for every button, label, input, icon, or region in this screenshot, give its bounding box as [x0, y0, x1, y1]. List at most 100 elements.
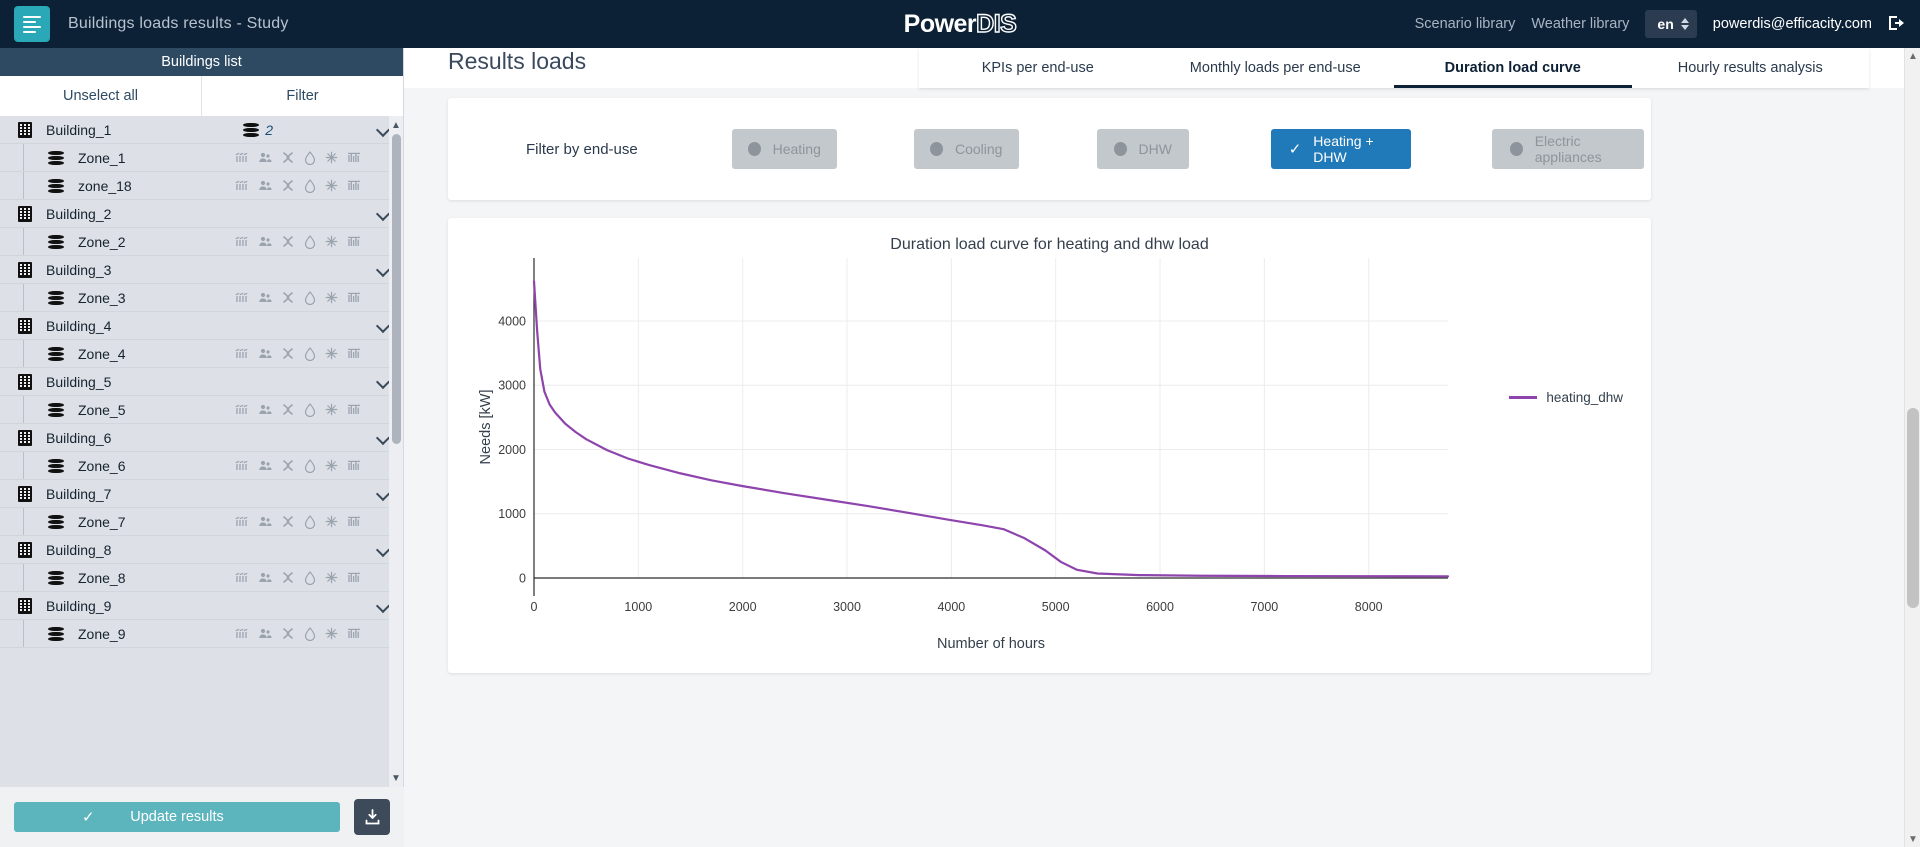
lighting-icon[interactable] — [325, 291, 338, 304]
appliances-icon[interactable] — [347, 235, 361, 248]
cooling-icon[interactable] — [281, 291, 295, 304]
cooling-icon[interactable] — [281, 515, 295, 528]
tree-zone-row[interactable]: Zone_7 — [0, 508, 403, 536]
zone-end-use-icons[interactable] — [235, 626, 361, 641]
end-use-button-heating-dhw[interactable]: ✓ Heating + DHW — [1270, 129, 1411, 169]
tree-building-row[interactable]: Building_7 — [0, 480, 403, 508]
cooling-icon[interactable] — [281, 627, 295, 640]
download-icon[interactable] — [354, 799, 390, 835]
lighting-icon[interactable] — [325, 347, 338, 360]
zone-end-use-icons[interactable] — [235, 570, 361, 585]
appliances-icon[interactable] — [347, 151, 361, 164]
weather-library-link[interactable]: Weather library — [1531, 16, 1629, 32]
lighting-icon[interactable] — [325, 235, 338, 248]
zone-end-use-icons[interactable] — [235, 458, 361, 473]
tree-building-row[interactable]: Building_4 — [0, 312, 403, 340]
filter-button[interactable]: Filter — [202, 76, 403, 116]
tree-zone-row[interactable]: Zone_8 — [0, 564, 403, 592]
lighting-icon[interactable] — [325, 571, 338, 584]
page-scroll-down-icon[interactable]: ▼ — [1905, 831, 1920, 847]
heating-icon[interactable] — [235, 571, 249, 584]
heating-icon[interactable] — [235, 459, 249, 472]
heating-icon[interactable] — [235, 179, 249, 192]
dhw-icon[interactable] — [304, 402, 316, 417]
page-scrollbar[interactable]: ▲ ▼ — [1904, 48, 1920, 847]
cooling-icon[interactable] — [281, 347, 295, 360]
scroll-down-icon[interactable]: ▼ — [389, 771, 403, 785]
lighting-icon[interactable] — [325, 403, 338, 416]
tree-building-row[interactable]: Building_3 — [0, 256, 403, 284]
end-use-button-cooling[interactable]: Cooling — [913, 129, 1019, 169]
occupancy-icon[interactable] — [258, 515, 272, 528]
zone-end-use-icons[interactable] — [235, 178, 361, 193]
appliances-icon[interactable] — [347, 627, 361, 640]
appliances-icon[interactable] — [347, 459, 361, 472]
tree-zone-row[interactable]: Zone_1 — [0, 144, 403, 172]
dhw-icon[interactable] — [304, 346, 316, 361]
tree-building-row[interactable]: Building_1 2 — [0, 116, 403, 144]
tree-zone-row[interactable]: Zone_2 — [0, 228, 403, 256]
occupancy-icon[interactable] — [258, 291, 272, 304]
unselect-all-button[interactable]: Unselect all — [0, 76, 202, 116]
zone-end-use-icons[interactable] — [235, 514, 361, 529]
tab-hourly-results-analysis[interactable]: Hourly results analysis — [1632, 48, 1870, 88]
cooling-icon[interactable] — [281, 403, 295, 416]
duration-load-curve-chart[interactable]: 0 1000 2000 3000 4000 5000 6000 7000 8000 0 1000 20… — [448, 218, 1651, 673]
tree-building-row[interactable]: Building_9 — [0, 592, 403, 620]
zone-end-use-icons[interactable] — [235, 346, 361, 361]
lighting-icon[interactable] — [325, 515, 338, 528]
lighting-icon[interactable] — [325, 627, 338, 640]
tab-bar[interactable]: KPIs per end-use Monthly loads per end-us… — [919, 48, 1869, 88]
heating-icon[interactable] — [235, 347, 249, 360]
tree-zone-row[interactable]: Zone_5 — [0, 396, 403, 424]
heating-icon[interactable] — [235, 151, 249, 164]
cooling-icon[interactable] — [281, 235, 295, 248]
cooling-icon[interactable] — [281, 151, 295, 164]
occupancy-icon[interactable] — [258, 459, 272, 472]
lighting-icon[interactable] — [325, 151, 338, 164]
end-use-button-dhw[interactable]: DHW — [1096, 129, 1189, 169]
appliances-icon[interactable] — [347, 291, 361, 304]
heating-icon[interactable] — [235, 291, 249, 304]
end-use-button-electric-appliances[interactable]: Electric appliances — [1491, 129, 1644, 169]
occupancy-icon[interactable] — [258, 571, 272, 584]
page-scroll-up-icon[interactable]: ▲ — [1905, 48, 1920, 64]
appliances-icon[interactable] — [347, 515, 361, 528]
appliances-icon[interactable] — [347, 347, 361, 360]
tab-duration-load-curve[interactable]: Duration load curve — [1394, 48, 1632, 88]
zone-end-use-icons[interactable] — [235, 402, 361, 417]
appliances-icon[interactable] — [347, 403, 361, 416]
hamburger-icon[interactable] — [14, 6, 50, 42]
dhw-icon[interactable] — [304, 150, 316, 165]
occupancy-icon[interactable] — [258, 347, 272, 360]
dhw-icon[interactable] — [304, 234, 316, 249]
occupancy-icon[interactable] — [258, 403, 272, 416]
zone-end-use-icons[interactable] — [235, 290, 361, 305]
tree-zone-row[interactable]: Zone_9 — [0, 620, 403, 648]
appliances-icon[interactable] — [347, 179, 361, 192]
tree-zone-row[interactable]: Zone_6 — [0, 452, 403, 480]
scenario-library-link[interactable]: Scenario library — [1415, 16, 1516, 32]
heating-icon[interactable] — [235, 515, 249, 528]
dhw-icon[interactable] — [304, 570, 316, 585]
occupancy-icon[interactable] — [258, 151, 272, 164]
dhw-icon[interactable] — [304, 626, 316, 641]
dhw-icon[interactable] — [304, 290, 316, 305]
dhw-icon[interactable] — [304, 514, 316, 529]
dhw-icon[interactable] — [304, 458, 316, 473]
occupancy-icon[interactable] — [258, 235, 272, 248]
tree-scrollbar-thumb[interactable] — [392, 134, 401, 444]
appliances-icon[interactable] — [347, 571, 361, 584]
tree-building-row[interactable]: Building_2 — [0, 200, 403, 228]
cooling-icon[interactable] — [281, 459, 295, 472]
cooling-icon[interactable] — [281, 179, 295, 192]
lighting-icon[interactable] — [325, 179, 338, 192]
dhw-icon[interactable] — [304, 178, 316, 193]
heating-icon[interactable] — [235, 403, 249, 416]
end-use-button-heating[interactable]: Heating — [731, 129, 837, 169]
occupancy-icon[interactable] — [258, 179, 272, 192]
heating-icon[interactable] — [235, 627, 249, 640]
buildings-tree[interactable]: Building_1 2 Zone_1 zone_18 Building_2 Zone_2… — [0, 116, 403, 787]
scroll-up-icon[interactable]: ▲ — [389, 118, 403, 132]
tab-kpis-per-end-use[interactable]: KPIs per end-use — [919, 48, 1157, 88]
